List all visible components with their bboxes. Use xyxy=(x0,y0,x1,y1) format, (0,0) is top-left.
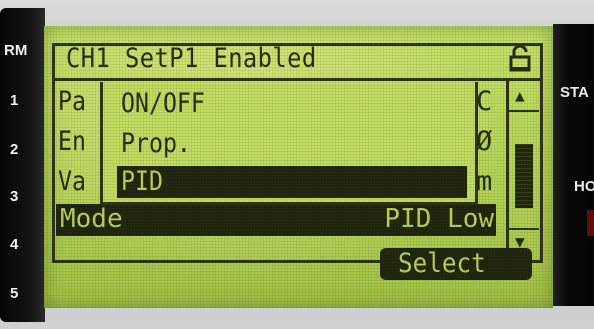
select-softkey-label: Select xyxy=(398,248,486,279)
mode-row[interactable]: Mode PID Low xyxy=(56,204,496,236)
side-label-1: 1 xyxy=(10,92,19,109)
right-bezel xyxy=(553,24,594,306)
scroll-up-divider xyxy=(509,110,539,112)
title-divider xyxy=(52,78,543,81)
param-row-2-prefix: En xyxy=(58,126,86,157)
option-pid-label: PID xyxy=(121,166,163,197)
scroll-down-divider xyxy=(509,228,539,230)
side-label-3: 3 xyxy=(10,188,19,205)
param-row-3-prefix: Va xyxy=(58,166,86,197)
side-label-4: 4 xyxy=(10,236,19,253)
mode-label: Mode xyxy=(60,204,123,234)
lcd-screen: CH1 SetP1 Enabled Pa C En Ø Va m Mode PI… xyxy=(44,26,553,308)
param-row-1-prefix: Pa xyxy=(58,86,86,117)
controller-device: RM 1 2 3 4 5 STA HO CH1 SetP1 Enabled Pa… xyxy=(0,0,594,329)
mode-value: PID Low xyxy=(384,204,494,234)
option-pid-selected[interactable]: PID xyxy=(117,166,467,198)
side-label-rm: RM xyxy=(4,42,28,59)
param-row-3-suffix: m xyxy=(476,166,493,197)
lock-icon xyxy=(509,44,531,78)
indicator-led xyxy=(587,210,594,236)
side-label-2: 2 xyxy=(10,141,19,158)
scroll-thumb[interactable] xyxy=(515,144,533,208)
param-row-2-suffix: Ø xyxy=(476,126,493,157)
scroll-up-arrow-icon[interactable]: ▲ xyxy=(515,86,525,105)
option-on-off[interactable]: ON/OFF xyxy=(121,88,205,119)
right-label-status: STA xyxy=(560,84,589,101)
select-softkey[interactable]: Select xyxy=(380,248,532,280)
right-label-hold: HO xyxy=(574,178,594,195)
mode-dropdown-popup: ON/OFF Prop. PID xyxy=(100,82,478,205)
param-row-1-suffix: C xyxy=(476,86,493,117)
side-label-5: 5 xyxy=(10,285,19,302)
window-title: CH1 SetP1 Enabled xyxy=(66,43,317,74)
option-prop[interactable]: Prop. xyxy=(121,128,191,159)
scrollbar[interactable]: ▲ ▼ xyxy=(506,80,539,260)
